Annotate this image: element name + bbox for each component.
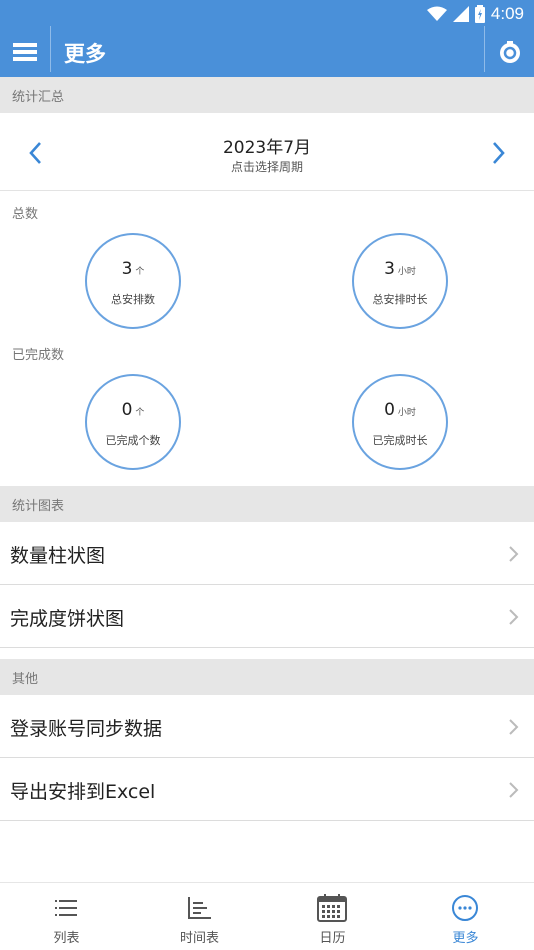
tab-label: 更多 bbox=[452, 931, 479, 946]
menu-row-export-excel[interactable]: 导出安排到Excel bbox=[0, 758, 534, 821]
signal-icon bbox=[452, 6, 469, 22]
menu-row-login-sync[interactable]: 登录账号同步数据 bbox=[0, 695, 534, 758]
menu-row-bar-chart[interactable]: 数量柱状图 bbox=[0, 522, 534, 585]
sync-icon bbox=[500, 40, 520, 63]
stat-circle-completed-hours: 0 小时 已完成时长 bbox=[352, 374, 448, 470]
stat-caption: 总安排时长 bbox=[372, 293, 428, 306]
section-header-charts: 统计图表 bbox=[0, 486, 534, 522]
chevron-right-icon bbox=[509, 546, 519, 562]
more-icon bbox=[452, 895, 478, 921]
tab-label: 时间表 bbox=[179, 931, 219, 946]
menu-icon bbox=[13, 42, 37, 61]
stat-value: 3 bbox=[384, 259, 395, 279]
stat-circle-total-hours: 3 小时 总安排时长 bbox=[352, 233, 448, 329]
wifi-icon bbox=[426, 6, 447, 21]
list-icon bbox=[55, 900, 77, 916]
header-divider bbox=[50, 26, 51, 72]
stat-unit: 个 bbox=[135, 267, 145, 277]
tab-timeline[interactable]: 时间表 bbox=[133, 883, 266, 950]
period-month[interactable]: 2023年7月 bbox=[0, 133, 534, 158]
stat-circle-completed-count: 0个 已完成个数 bbox=[85, 374, 181, 470]
tab-label: 日历 bbox=[319, 931, 346, 946]
period-selector: 2023年7月 点击选择周期 bbox=[0, 113, 534, 191]
tab-list[interactable]: 列表 bbox=[0, 883, 133, 950]
battery-icon bbox=[474, 5, 485, 23]
completed-label: 已完成数 bbox=[12, 348, 65, 363]
section-header-other: 其他 bbox=[0, 659, 534, 695]
row-label: 登录账号同步数据 bbox=[10, 718, 163, 740]
stat-value: 0 bbox=[384, 400, 395, 420]
row-label: 完成度饼状图 bbox=[10, 608, 125, 630]
sync-button[interactable] bbox=[486, 26, 534, 77]
row-label: 导出安排到Excel bbox=[10, 781, 156, 803]
totals-label: 总数 bbox=[12, 207, 39, 222]
app-bar: 4:09 更多 bbox=[0, 0, 534, 77]
calendar-icon bbox=[317, 894, 347, 922]
header-divider-right bbox=[484, 26, 485, 72]
menu-row-pie-chart[interactable]: 完成度饼状图 bbox=[0, 585, 534, 648]
stat-unit: 个 bbox=[135, 408, 145, 418]
stat-caption: 已完成时长 bbox=[372, 434, 428, 447]
stat-value: 0 bbox=[121, 400, 133, 420]
tab-more[interactable]: 更多 bbox=[399, 883, 532, 950]
timeline-icon bbox=[188, 897, 211, 919]
chevron-right-icon bbox=[509, 782, 519, 798]
tab-label: 列表 bbox=[53, 931, 80, 946]
chevron-right-icon bbox=[509, 609, 519, 625]
stat-caption: 已完成个数 bbox=[105, 434, 161, 447]
stat-value: 3 bbox=[121, 259, 133, 279]
page-title: 更多 bbox=[64, 42, 106, 66]
period-hint[interactable]: 点击选择周期 bbox=[0, 158, 534, 175]
stat-circle-total-count: 3个 总安排数 bbox=[85, 233, 181, 329]
stat-unit: 小时 bbox=[397, 267, 416, 277]
stat-unit: 小时 bbox=[397, 408, 416, 418]
status-time: 4:09 bbox=[490, 4, 524, 23]
status-bar: 4:09 bbox=[426, 4, 524, 24]
bottom-nav: 列表 时间表 日历 更多 bbox=[0, 882, 534, 950]
section-header-summary: 统计汇总 bbox=[0, 77, 534, 113]
tab-calendar[interactable]: 日历 bbox=[266, 883, 399, 950]
stat-caption: 总安排数 bbox=[111, 293, 155, 306]
chevron-right-icon bbox=[509, 719, 519, 735]
menu-button[interactable] bbox=[0, 26, 50, 77]
next-period-icon[interactable] bbox=[484, 139, 512, 167]
row-label: 数量柱状图 bbox=[10, 545, 106, 567]
